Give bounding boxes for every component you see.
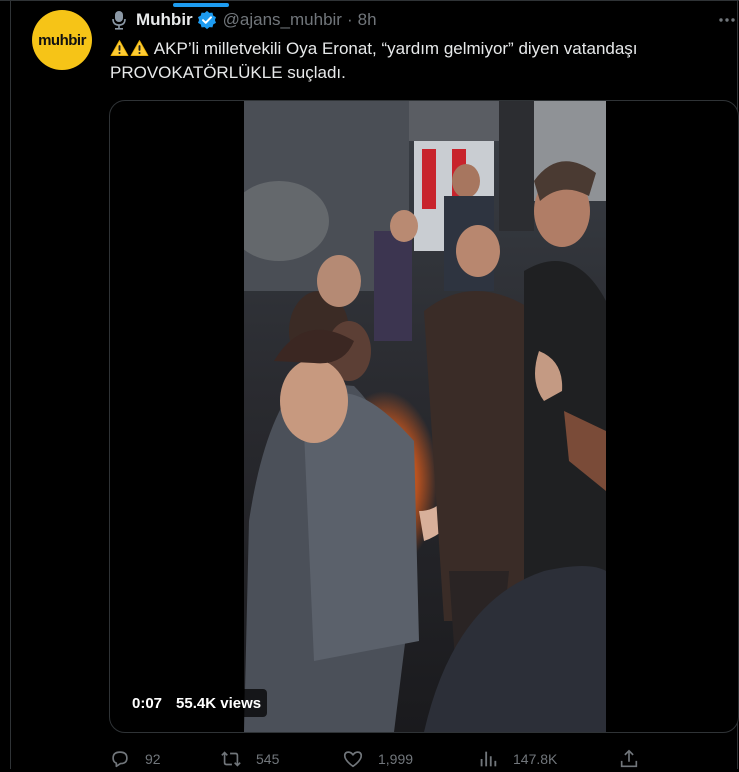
retweet-count: 545 <box>256 751 280 767</box>
like-count: 1,999 <box>378 751 414 767</box>
view-count: 147.8K <box>513 751 558 767</box>
verified-badge-icon[interactable] <box>197 10 217 30</box>
tweet-text: AKP’li milletvekili Oya Eronat, “yardım … <box>110 37 720 85</box>
like-icon <box>343 751 363 768</box>
reply-icon <box>112 751 128 768</box>
share-button[interactable] <box>618 748 654 770</box>
avatar-logo-text: muhbir <box>38 31 86 49</box>
active-tab-indicator <box>173 3 229 7</box>
retweet-icon <box>221 751 241 767</box>
video-view-count: 55.4K views <box>176 694 262 712</box>
tweet-header: Muhbir @ajans_muhbir · 8h <box>110 9 377 31</box>
views-button[interactable]: 147.8K <box>477 748 557 770</box>
separator-dot: · <box>346 10 353 29</box>
share-icon <box>620 749 638 768</box>
reply-count: 92 <box>145 751 161 767</box>
author-name[interactable]: Muhbir <box>136 10 193 30</box>
warning-icon <box>130 40 149 56</box>
video-frame[interactable] <box>244 101 606 732</box>
video-player[interactable]: 0:07 55.4K views <box>109 100 739 733</box>
top-border <box>0 0 739 1</box>
video-duration: 0:07 <box>132 694 163 712</box>
like-button[interactable]: 1,999 <box>342 748 413 770</box>
views-icon <box>480 751 497 767</box>
tweet-actions: 92 545 1,999 147.8K <box>0 748 739 772</box>
timeline-left-border <box>10 0 11 769</box>
reply-button[interactable]: 92 <box>109 748 161 770</box>
more-options-icon[interactable] <box>718 11 736 29</box>
tweet-text-line-2: PROVOKATÖRLÜKLE suçladı. <box>110 63 346 82</box>
author-handle[interactable]: @ajans_muhbir <box>223 10 342 30</box>
avatar[interactable]: muhbir <box>32 10 92 70</box>
retweet-button[interactable]: 545 <box>220 748 279 770</box>
microphone-icon <box>112 11 126 30</box>
tweet-timestamp[interactable]: 8h <box>358 10 377 30</box>
video-info-overlay: 0:07 55.4K views <box>126 689 268 717</box>
tweet-text-line-1: AKP’li milletvekili Oya Eronat, “yardım … <box>153 39 638 58</box>
warning-icon <box>110 40 129 56</box>
